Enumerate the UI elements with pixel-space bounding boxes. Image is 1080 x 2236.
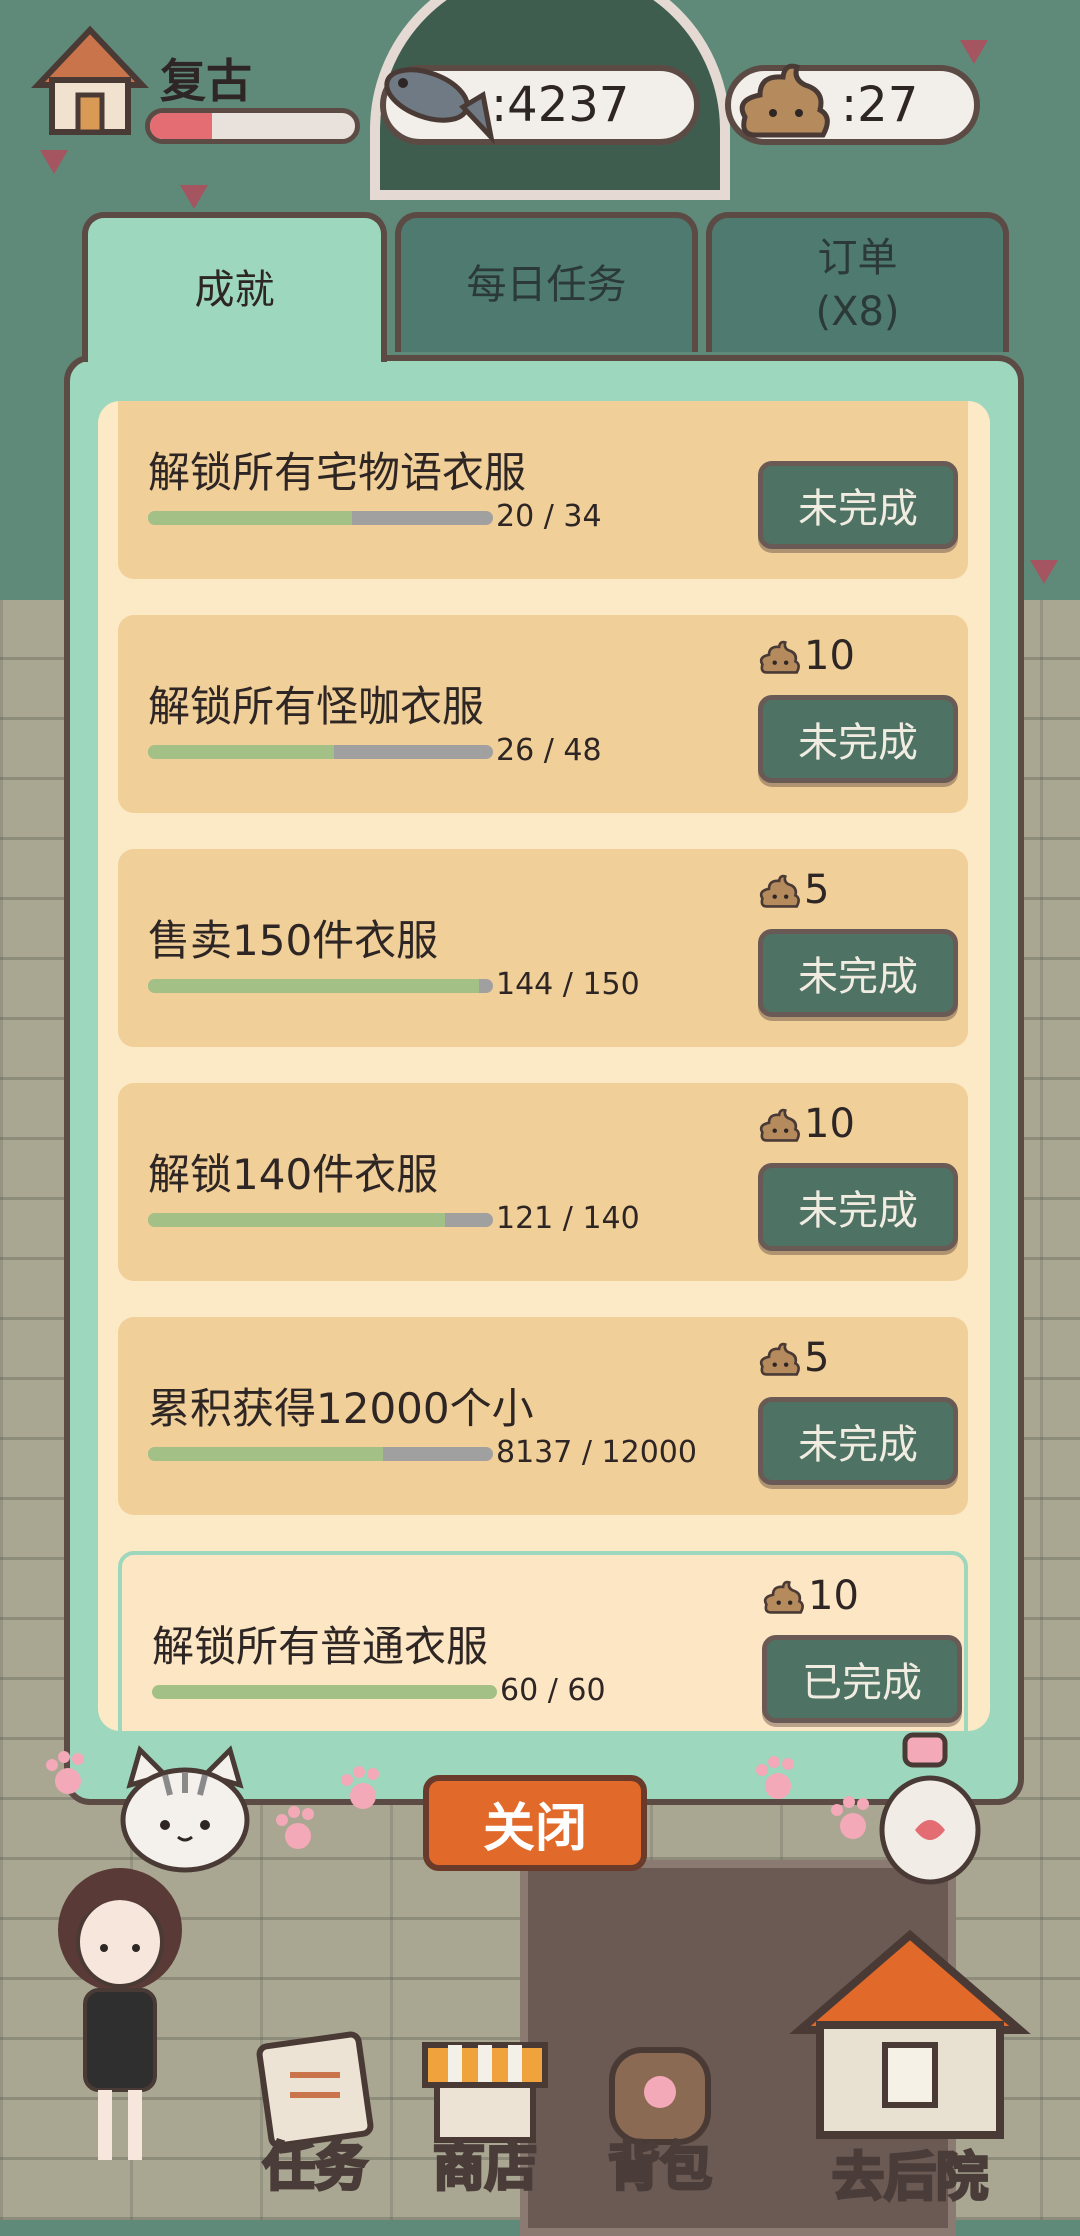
paw-icon <box>276 1806 314 1849</box>
house-icon[interactable] <box>30 25 150 140</box>
achievement-progress-fill <box>148 1213 445 1227</box>
bunting-flag <box>960 40 988 64</box>
nav-task-button[interactable]: 任务 <box>245 2030 385 2200</box>
poop-reward-icon <box>759 1108 800 1142</box>
nav-bag-label: 背包 <box>606 2137 713 2200</box>
achievement-progress-text: 20 / 34 <box>496 499 602 534</box>
poop-reward-icon <box>763 1580 804 1614</box>
achievement-status-button[interactable]: 已完成 <box>762 1635 962 1723</box>
achievement-title: 解锁所有宅物语衣服 <box>148 448 527 497</box>
achievements-list-viewport[interactable]: 解锁所有宅物语衣服 20 / 34 未完成 10 解锁所有怪咖衣服 26 / 48 未完成 5… <box>98 401 990 1731</box>
achievement-card: 5 累积获得12000个小 8137 / 12000 未完成 <box>118 1317 968 1515</box>
achievement-reward-value: 5 <box>804 867 830 913</box>
poop-reward-icon <box>759 1342 800 1376</box>
achievement-status-button[interactable]: 未完成 <box>758 929 958 1017</box>
achievements-panel: 解锁所有宅物语衣服 20 / 34 未完成 10 解锁所有怪咖衣服 26 / 48 未完成 5… <box>64 355 1024 1805</box>
tab-daily-tasks[interactable]: 每日任务 <box>395 212 698 352</box>
achievement-progress-fill <box>148 1447 383 1461</box>
achievement-title: 解锁140件衣服 <box>148 1150 439 1199</box>
achievement-progress-text: 60 / 60 <box>500 1673 606 1708</box>
achievement-progress-fill <box>148 511 352 525</box>
poop-reward-icon <box>759 640 800 674</box>
poop-icon <box>739 63 830 138</box>
xp-bar <box>145 108 360 144</box>
achievement-reward-value: 10 <box>804 633 855 679</box>
achievement-title: 累积获得12000个小 <box>148 1384 534 1433</box>
achievement-progress-fill <box>148 979 480 993</box>
fish-count: :4237 <box>491 77 630 133</box>
achievement-status-button[interactable]: 未完成 <box>758 461 958 549</box>
achievement-card: 解锁所有宅物语衣服 20 / 34 未完成 <box>118 401 968 579</box>
bunting-flag <box>40 150 68 174</box>
achievement-card: 10 解锁140件衣服 121 / 140 未完成 <box>118 1083 968 1281</box>
potion-bottle-icon <box>879 1732 981 1885</box>
achievement-progress-bar <box>148 1213 493 1227</box>
poop-reward-icon <box>759 874 800 908</box>
achievement-card: 5 售卖150件衣服 144 / 150 未完成 <box>118 849 968 1047</box>
nav-backyard-button[interactable]: 去后院 <box>760 1920 1060 2210</box>
achievement-card: 10 解锁所有怪咖衣服 26 / 48 未完成 <box>118 615 968 813</box>
cat-mascot-icon <box>120 1745 250 1873</box>
paw-icon <box>756 1756 794 1799</box>
achievement-progress-bar <box>148 979 493 993</box>
achievement-progress-text: 8137 / 12000 <box>496 1435 697 1470</box>
achievement-title: 解锁所有普通衣服 <box>152 1622 489 1671</box>
fish-icon <box>384 67 495 145</box>
xp-bar-fill <box>150 113 212 139</box>
achievement-progress-fill <box>152 1685 497 1699</box>
poop-count: :27 <box>841 77 919 133</box>
achievement-progress-fill <box>148 745 335 759</box>
nav-shop-label: 商店 <box>431 2137 538 2200</box>
achievement-progress-bar <box>148 1447 493 1461</box>
achievement-status-button[interactable]: 未完成 <box>758 695 958 783</box>
achievement-progress-text: 121 / 140 <box>496 1201 640 1236</box>
achievement-status-button[interactable]: 未完成 <box>758 1397 958 1485</box>
achievement-progress-bar <box>148 745 493 759</box>
achievement-progress-bar <box>148 511 493 525</box>
nav-backyard-label: 去后院 <box>830 2147 989 2210</box>
nav-shop-button[interactable]: 商店 <box>415 2030 555 2200</box>
achievement-progress-bar <box>152 1685 497 1699</box>
nav-bag-button[interactable]: 背包 <box>590 2030 730 2200</box>
tab-achievements[interactable]: 成就 <box>82 212 387 362</box>
achievement-title: 解锁所有怪咖衣服 <box>148 682 485 731</box>
paw-icon <box>341 1766 379 1809</box>
achievement-title: 售卖150件衣服 <box>148 916 439 965</box>
player-name: 复古 <box>160 54 252 108</box>
tab-orders-label: 订单 (X8) <box>815 235 900 335</box>
paw-icon <box>46 1751 84 1794</box>
backyard-house-icon <box>789 1929 1031 2139</box>
bunting-flag <box>180 185 208 209</box>
achievement-progress-text: 26 / 48 <box>496 733 602 768</box>
achievement-reward-value: 5 <box>804 1335 830 1381</box>
achievement-reward-value: 10 <box>804 1101 855 1147</box>
achievement-status-button[interactable]: 未完成 <box>758 1163 958 1251</box>
achievement-card: 10 解锁所有普通衣服 60 / 60 已完成 <box>118 1551 968 1731</box>
bunting-flag <box>1030 560 1058 584</box>
shopkeeper-girl-character <box>58 1868 182 2160</box>
achievement-reward-value: 10 <box>808 1573 859 1619</box>
achievement-progress-text: 144 / 150 <box>496 967 640 1002</box>
close-button[interactable]: 关闭 <box>423 1775 647 1871</box>
nav-task-label: 任务 <box>261 2137 368 2200</box>
tab-orders[interactable]: 订单 (X8) <box>706 212 1009 352</box>
